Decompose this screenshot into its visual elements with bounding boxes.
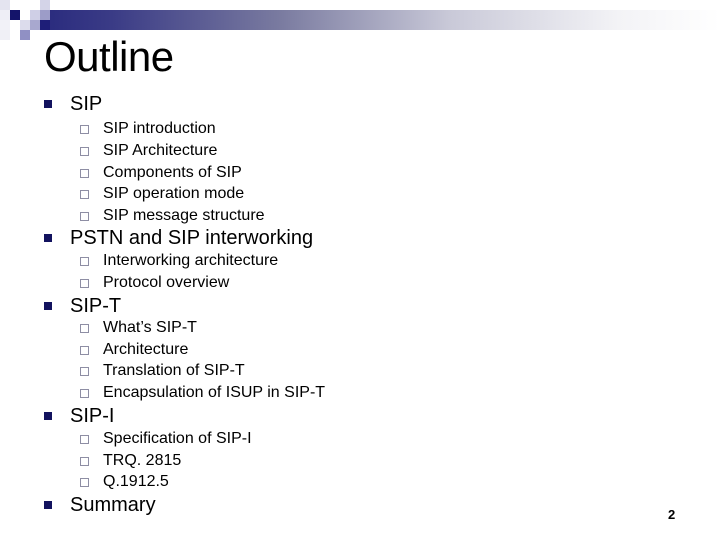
- outline-section: Summary: [44, 494, 156, 516]
- hollow-square-bullet-icon: [80, 211, 89, 221]
- hollow-square-bullet-icon: [80, 323, 89, 333]
- hollow-square-bullet-icon: [80, 477, 89, 487]
- item-label: Interworking architecture: [103, 252, 279, 269]
- logo-square: [0, 0, 10, 10]
- logo-square: [0, 10, 10, 20]
- hollow-square-bullet-icon: [80, 278, 89, 288]
- item-label: SIP operation mode: [103, 185, 245, 202]
- header-gradient-bar: [44, 10, 720, 30]
- hollow-square-bullet-icon: [80, 388, 89, 398]
- logo-square: [0, 20, 10, 30]
- outline-section: SIP-I: [44, 405, 114, 427]
- outline-section: SIP-T: [44, 295, 121, 317]
- filled-square-bullet-icon: [44, 100, 52, 108]
- logo-square: [30, 20, 40, 30]
- item-label: TRQ. 2815: [103, 452, 182, 469]
- item-label: What’s SIP-T: [103, 319, 197, 336]
- logo-square: [0, 30, 10, 40]
- logo-square: [40, 10, 50, 20]
- outline-item: Translation of SIP-T: [80, 361, 245, 381]
- filled-square-bullet-icon: [44, 412, 52, 420]
- hollow-square-bullet-icon: [80, 434, 89, 444]
- outline-item: SIP message structure: [80, 206, 265, 226]
- logo-square: [20, 20, 30, 30]
- section-label: SIP-T: [70, 295, 122, 317]
- item-label: Protocol overview: [103, 274, 230, 291]
- outline-item: Encapsulation of ISUP in SIP-T: [80, 383, 325, 403]
- logo-square: [30, 10, 40, 20]
- outline-item: Q.1912.5: [80, 472, 169, 492]
- logo-square: [10, 10, 20, 20]
- item-label: Specification of SIP-I: [103, 430, 252, 447]
- outline-item: Components of SIP: [80, 163, 242, 183]
- outline-item: SIP Architecture: [80, 141, 217, 161]
- item-label: Components of SIP: [103, 164, 242, 181]
- outline-item: Interworking architecture: [80, 251, 278, 271]
- outline-item: SIP introduction: [80, 119, 216, 139]
- hollow-square-bullet-icon: [80, 189, 89, 199]
- logo-square: [40, 0, 50, 10]
- outline-item: Specification of SIP-I: [80, 429, 252, 449]
- item-label: Translation of SIP-T: [103, 362, 245, 379]
- outline-item: Protocol overview: [80, 273, 229, 293]
- filled-square-bullet-icon: [44, 234, 52, 242]
- hollow-square-bullet-icon: [80, 146, 89, 156]
- logo-square: [40, 20, 50, 30]
- item-label: Encapsulation of ISUP in SIP-T: [103, 384, 326, 401]
- hollow-square-bullet-icon: [80, 456, 89, 466]
- item-label: SIP message structure: [103, 207, 265, 224]
- logo-square: [20, 30, 30, 40]
- section-label: SIP-I: [70, 405, 115, 427]
- item-label: Q.1912.5: [103, 473, 169, 490]
- slide-title: Outline: [44, 33, 174, 80]
- hollow-square-bullet-icon: [80, 168, 89, 178]
- outline-section: SIP: [44, 93, 102, 115]
- section-label: SIP: [70, 93, 103, 115]
- section-label: Summary: [70, 494, 156, 516]
- outline-section: PSTN and SIP interworking: [44, 227, 313, 249]
- hollow-square-bullet-icon: [80, 345, 89, 355]
- outline-item: SIP operation mode: [80, 184, 244, 204]
- section-label: PSTN and SIP interworking: [70, 227, 314, 249]
- hollow-square-bullet-icon: [80, 256, 89, 266]
- item-label: SIP Architecture: [103, 142, 218, 159]
- hollow-square-bullet-icon: [80, 366, 89, 376]
- hollow-square-bullet-icon: [80, 124, 89, 134]
- outline-item: What’s SIP-T: [80, 318, 197, 338]
- filled-square-bullet-icon: [44, 302, 52, 310]
- outline-item: TRQ. 2815: [80, 451, 181, 471]
- item-label: Architecture: [103, 341, 189, 358]
- filled-square-bullet-icon: [44, 501, 52, 509]
- item-label: SIP introduction: [103, 120, 216, 137]
- outline-item: Architecture: [80, 340, 188, 360]
- page-number: 2: [668, 507, 676, 522]
